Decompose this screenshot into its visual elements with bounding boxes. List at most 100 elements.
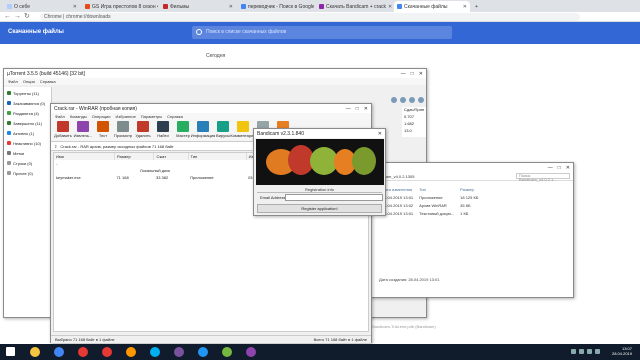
close-icon[interactable]: ✕: [566, 165, 570, 171]
forward-icon[interactable]: →: [14, 13, 21, 21]
sidebar-item[interactable]: Прочее (0): [4, 168, 51, 178]
explorer-footer: Дата создания: 28.04.2019 13:01: [379, 277, 440, 282]
reload-icon[interactable]: ↻: [24, 13, 30, 21]
new-tab-icon[interactable]: +: [472, 1, 482, 12]
maximize-icon[interactable]: □: [356, 106, 359, 112]
tray-icon[interactable]: [579, 349, 584, 354]
minimize-icon[interactable]: —: [401, 71, 406, 77]
tool-icon[interactable]: [391, 97, 397, 103]
menu-item[interactable]: Справка: [40, 79, 56, 84]
column-header[interactable]: Тип: [188, 153, 247, 160]
viber-icon[interactable]: [174, 347, 184, 357]
table-row[interactable]: 28.04.2019 13:02 Архив WinRAR 35 КБ: [379, 201, 481, 209]
column-header[interactable]: Сжат: [153, 153, 189, 160]
tool-icon[interactable]: [400, 97, 406, 103]
toolbar-icon: [177, 121, 189, 132]
column-header[interactable]: Сдач/Прин: [402, 107, 426, 114]
table-row[interactable]: 28.04.2019 13:01 Приложение 18 125 КБ: [379, 193, 481, 201]
favicon-icon: [7, 4, 12, 9]
explorer-icon[interactable]: [30, 347, 40, 357]
sidebar-item[interactable]: Торренты (11): [4, 88, 51, 98]
close-icon[interactable]: ✕: [229, 4, 233, 10]
toolbar-button[interactable]: Просмотр: [113, 121, 133, 140]
omnibox[interactable]: Chrome | chrome://downloads: [40, 13, 580, 21]
toolbar-icon: [57, 121, 69, 132]
maximize-icon[interactable]: □: [411, 71, 414, 77]
toolbar-button[interactable]: Найти: [153, 121, 173, 140]
sidebar-item[interactable]: Закачиваются (0): [4, 98, 51, 108]
column-header[interactable]: Имя: [54, 153, 115, 160]
tab-5[interactable]: Скачанные файлы ✕: [394, 1, 470, 12]
bandicam-keymaker-window[interactable]: Bandicam v2.3.1.840 ✕ Registration info …: [253, 128, 386, 216]
toolbar-button[interactable]: Добавить: [53, 121, 73, 140]
column-header[interactable]: Размер: [114, 153, 155, 160]
close-icon[interactable]: ✕: [73, 4, 77, 10]
maximize-icon[interactable]: □: [558, 165, 561, 171]
minimize-icon[interactable]: —: [548, 165, 553, 171]
sidebar-item[interactable]: Завершено (11): [4, 118, 51, 128]
tab-4[interactable]: Скачать Bandicam + crack ✕: [316, 1, 392, 12]
close-icon[interactable]: ✕: [378, 131, 382, 137]
sidebar-item[interactable]: Активно (1): [4, 128, 51, 138]
menu-item[interactable]: Файл: [55, 114, 65, 119]
toolbar-button[interactable]: Удалить: [133, 121, 153, 140]
toolbar-button[interactable]: Извлечь...: [73, 121, 93, 140]
winrar-titlebar[interactable]: Crack.rar - WinRAR (пробная копия) — □ ✕: [51, 104, 371, 113]
tab-2[interactable]: Фильмы ✕: [160, 1, 236, 12]
explorer-window[interactable]: — □ ✕ bandicam_v4.0.2.1305 Поиск: Bandicam…: [370, 162, 574, 298]
sidebar-item[interactable]: Неактивно (10): [4, 138, 51, 148]
minimize-icon[interactable]: —: [346, 106, 351, 112]
toolbar-button[interactable]: Тест: [93, 121, 113, 140]
firefox-icon[interactable]: [126, 347, 136, 357]
close-icon[interactable]: ✕: [364, 106, 368, 112]
skype-icon[interactable]: [150, 347, 160, 357]
toolbar-button[interactable]: Информация: [191, 121, 215, 140]
explorer-search-input[interactable]: Поиск: Bandicam_v4.0.2.1...: [516, 173, 570, 182]
toolbar-button[interactable]: Комментарий: [230, 121, 256, 140]
sidebar-item[interactable]: Строки (0): [4, 158, 51, 168]
close-icon[interactable]: ✕: [388, 4, 392, 10]
utorrent-icon[interactable]: [222, 347, 232, 357]
tool-icon[interactable]: [409, 97, 415, 103]
up-icon[interactable]: ⇧: [54, 144, 57, 149]
tab-1[interactable]: GS Игра престолов 8 сезон 4✕: [82, 1, 158, 12]
menu-item[interactable]: Опции: [23, 79, 35, 84]
sidebar-item[interactable]: Метки: [4, 148, 51, 158]
menu-item[interactable]: Справка: [167, 114, 183, 119]
windows-icon[interactable]: [6, 347, 15, 356]
table-row[interactable]: 28.04.2019 13:01 Текстовый докум... 1 КБ: [379, 209, 481, 217]
menu-item[interactable]: Параметры: [141, 114, 162, 119]
downloads-search-input[interactable]: Поиск в списке скачанных файлов: [192, 26, 452, 39]
yandex-icon[interactable]: [78, 347, 88, 357]
clock[interactable]: 13:07 28.04.2019: [612, 346, 632, 356]
utorrent-right-tools: [372, 97, 426, 105]
explorer-titlebar[interactable]: — □ ✕: [371, 163, 573, 172]
cell-type: Приложение: [190, 175, 214, 180]
category-icon: [7, 161, 11, 165]
tool-icon[interactable]: [418, 97, 424, 103]
tray-icon[interactable]: [595, 349, 600, 354]
chrome-icon[interactable]: [54, 347, 64, 357]
menu-item[interactable]: Операции: [92, 114, 111, 119]
column-header[interactable]: Размер: [457, 185, 481, 193]
menu-item[interactable]: Файл: [8, 79, 18, 84]
back-icon[interactable]: ←: [4, 13, 11, 21]
section-today: Сегодня: [206, 53, 226, 59]
bandicam-titlebar[interactable]: Bandicam v2.3.1.840 ✕: [254, 129, 385, 138]
menu-item[interactable]: Команды: [70, 114, 87, 119]
tray-icon[interactable]: [587, 349, 592, 354]
tab-3[interactable]: переводчик - Поиск в Google✕: [238, 1, 314, 12]
close-icon[interactable]: ✕: [463, 4, 467, 10]
register-button[interactable]: Register application!: [257, 204, 382, 213]
winrar-icon[interactable]: [246, 347, 256, 357]
tab-0[interactable]: О себе ✕: [4, 1, 80, 12]
sidebar-item[interactable]: Раздаются (4): [4, 108, 51, 118]
store-icon[interactable]: [198, 347, 208, 357]
close-icon[interactable]: ✕: [419, 71, 423, 77]
opera-icon[interactable]: [102, 347, 112, 357]
column-header[interactable]: Тип: [416, 185, 457, 193]
utorrent-titlebar[interactable]: µTorrent 3.5.5 (build 45146) [32 bit] — □…: [4, 69, 426, 78]
menu-item[interactable]: Избранное: [116, 114, 136, 119]
email-field[interactable]: [285, 194, 383, 201]
tray-icon[interactable]: [571, 349, 576, 354]
